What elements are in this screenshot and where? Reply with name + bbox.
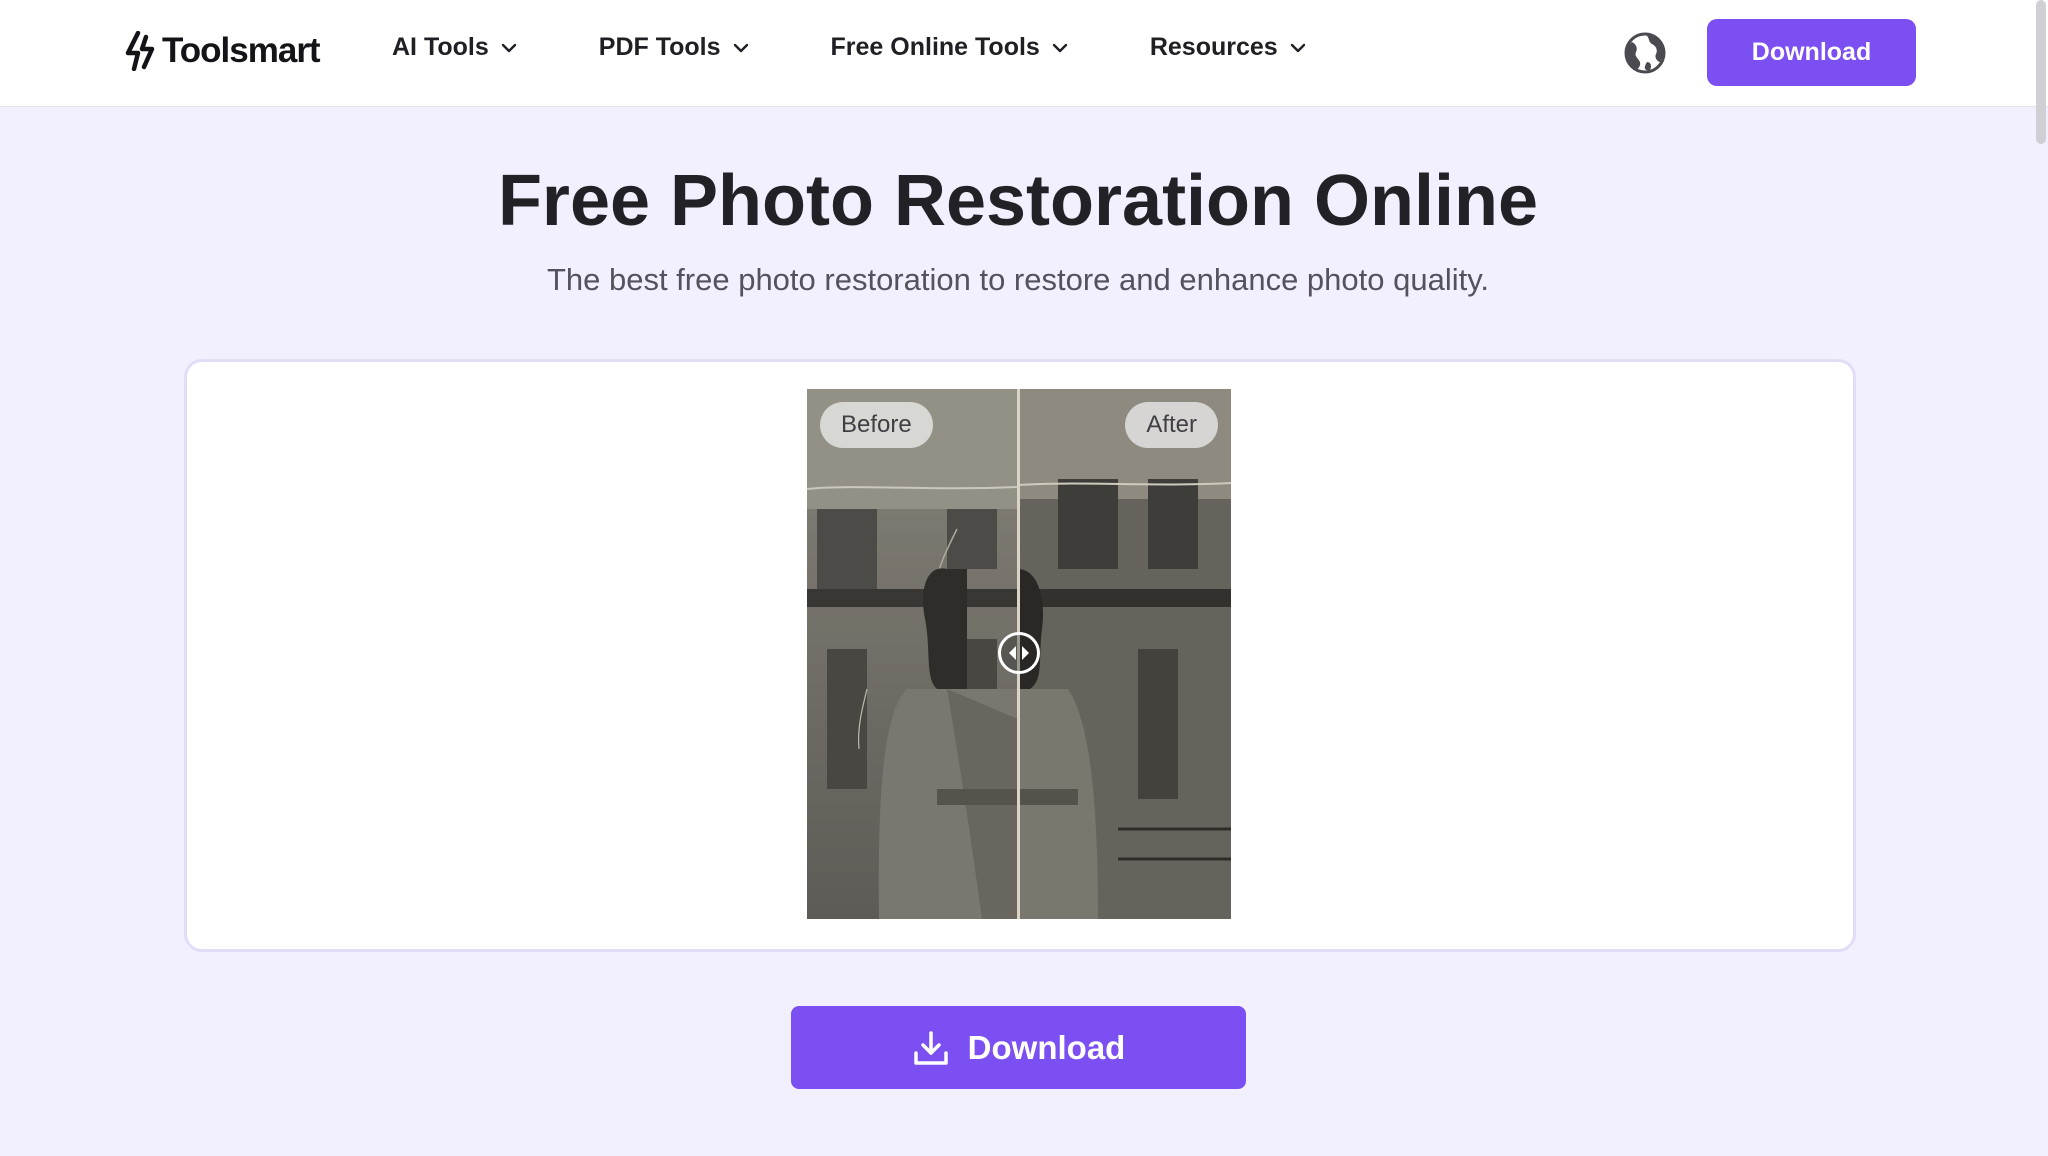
main-download-button[interactable]: Download (791, 1006, 1246, 1089)
brand-logo[interactable]: Toolsmart (124, 30, 321, 72)
nav-item-free-online-tools[interactable]: Free Online Tools (831, 33, 1068, 62)
main-download-label: Download (967, 1028, 1126, 1066)
nav-item-label: Resources (1149, 33, 1278, 61)
main-nav: AI Tools PDF Tools Free Online Tools Res… (392, 33, 1388, 62)
before-photo (807, 389, 1018, 919)
before-after-comparison[interactable]: Before After (807, 389, 1231, 919)
globe-icon (1624, 32, 1666, 74)
nav-item-label: AI Tools (392, 33, 489, 61)
language-selector[interactable] (1624, 32, 1666, 74)
chevron-down-icon (501, 43, 516, 52)
download-icon (913, 1030, 948, 1065)
chevron-down-icon (1290, 43, 1305, 52)
page-title: Free Photo Restoration Online (497, 161, 1539, 241)
arrows-left-right-icon (1009, 646, 1029, 660)
compare-handle-icon[interactable] (998, 632, 1040, 674)
scrollbar-thumb[interactable] (2036, 0, 2046, 144)
chevron-down-icon (1052, 43, 1068, 52)
nav-item-label: Free Online Tools (830, 33, 1040, 61)
nav-item-pdf-tools[interactable]: PDF Tools (599, 33, 749, 62)
brand-name: Toolsmart (162, 31, 321, 70)
chevron-down-icon (733, 43, 748, 52)
header-download-button[interactable]: Download (1707, 19, 1916, 86)
before-label: Before (820, 402, 933, 448)
after-photo (1018, 389, 1231, 919)
nav-item-label: PDF Tools (598, 33, 721, 61)
nav-item-ai-tools[interactable]: AI Tools (392, 33, 517, 62)
top-navigation-bar: Toolsmart AI Tools PDF Tools Free Online… (0, 0, 2048, 107)
nav-item-resources[interactable]: Resources (1150, 33, 1306, 62)
bolt-logo-icon (125, 31, 155, 71)
after-label: After (1125, 402, 1218, 448)
page-subtitle: The best free photo restoration to resto… (546, 262, 1490, 297)
